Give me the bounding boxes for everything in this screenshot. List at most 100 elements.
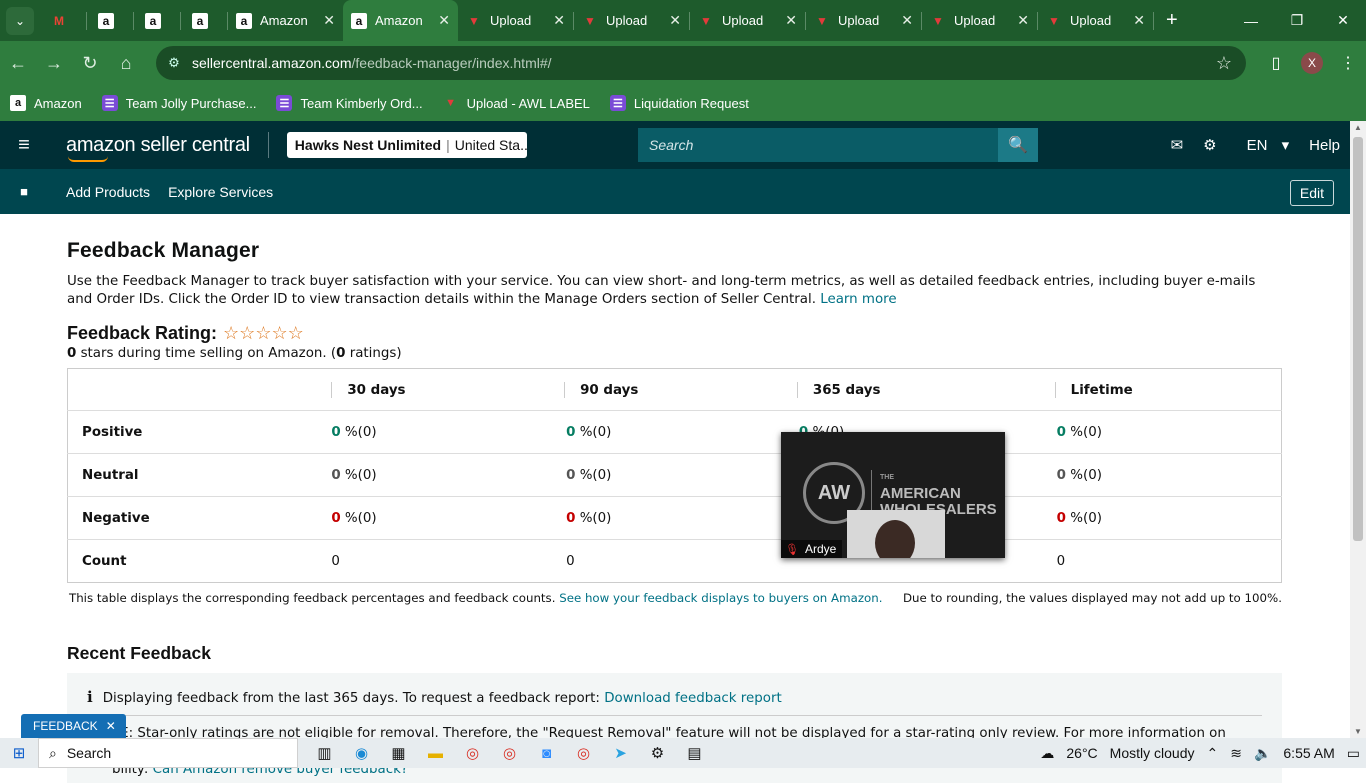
ratings-text: ratings) [345, 346, 402, 361]
bookmark-icon[interactable]: ■ [0, 184, 48, 199]
info-line: i Displaying feedback from the last 365 d… [87, 688, 1262, 706]
scroll-up-icon[interactable]: ▲ [1350, 123, 1366, 132]
video-call-tile[interactable]: AW THEAMERICANWHOLESALERS 🎙Ardye [781, 432, 1005, 558]
header-divider [267, 132, 269, 158]
learn-more-link[interactable]: Learn more [820, 292, 896, 307]
close-tab-icon[interactable]: ✕ [1133, 12, 1145, 29]
close-icon[interactable]: ✕ [106, 719, 116, 733]
tab-search-dropdown-icon[interactable]: ⌄ [6, 6, 34, 35]
profile-avatar[interactable]: X [1301, 52, 1323, 74]
upload-icon: ▼ [816, 13, 828, 28]
browser-tab[interactable]: a [181, 0, 227, 41]
close-tab-icon[interactable]: ✕ [1017, 12, 1029, 29]
bookmark-item[interactable]: ▼ Upload - AWL LABEL [443, 95, 590, 111]
browser-tab[interactable]: M [40, 0, 86, 41]
taskbar-search[interactable]: ⌕ Search [38, 738, 298, 768]
column-divider [564, 381, 566, 398]
seller-central-logo[interactable]: amazon seller central [66, 134, 250, 162]
wifi-icon[interactable]: ≋ [1230, 745, 1242, 762]
browser-tab[interactable]: ▼ Upload ✕ [458, 0, 573, 41]
browser-tab[interactable]: a Amazon ✕ [343, 0, 458, 41]
table-cell: 0 [550, 539, 783, 583]
gear-icon[interactable]: ⚙ [1203, 136, 1216, 154]
bookmark-star-icon[interactable]: ☆ [1216, 53, 1232, 74]
row-label: Positive [67, 410, 318, 454]
browser-tab[interactable]: ▼ Upload ✕ [574, 0, 689, 41]
edge-icon[interactable]: ◉ [343, 744, 380, 762]
browser-tab[interactable]: ▼ Upload ✕ [690, 0, 805, 41]
zoom-icon[interactable]: ◙ [528, 745, 565, 762]
forward-arrow-icon[interactable]: → [36, 53, 72, 74]
reload-icon[interactable]: ↻ [72, 53, 108, 74]
weather-cloud-icon[interactable]: ☁ [1040, 745, 1054, 762]
close-tab-icon[interactable]: ✕ [438, 12, 450, 29]
address-bar[interactable]: ⚙ sellercentral.amazon.com/feedback-mana… [156, 46, 1246, 80]
browser-tab[interactable]: a Amazon ✕ [228, 0, 343, 41]
windows-start-icon[interactable]: ⊞ [0, 744, 38, 762]
bookmark-item[interactable]: ☰ Team Kimberly Ord... [276, 95, 423, 111]
volume-icon[interactable]: 🔈 [1254, 745, 1271, 762]
browser-tab[interactable]: a [87, 0, 133, 41]
back-arrow-icon[interactable]: ← [0, 53, 36, 74]
seller-search-input[interactable]: Search [638, 128, 998, 162]
more-menu-icon[interactable]: ⋮ [1330, 53, 1366, 73]
close-window-icon[interactable]: ✕ [1320, 0, 1366, 41]
language-selector[interactable]: EN ▾ [1237, 136, 1290, 154]
feedback-display-link[interactable]: See how your feedback displays to buyers… [559, 591, 882, 605]
new-tab-plus-icon[interactable]: + [1166, 9, 1178, 32]
explore-services-link[interactable]: Explore Services [168, 184, 273, 200]
task-view-icon[interactable]: ▥ [306, 744, 343, 762]
site-info-icon[interactable]: ⚙ [156, 55, 192, 71]
close-tab-icon[interactable]: ✕ [901, 12, 913, 29]
header-right: ✉ ⚙ EN ▾ Help [1161, 121, 1350, 169]
help-link[interactable]: Help [1309, 137, 1340, 154]
cell-count: %(0) [575, 510, 612, 526]
cell-count: %(0) [340, 467, 377, 483]
browser-tab[interactable]: a [134, 0, 180, 41]
chrome-icon[interactable]: ◎ [491, 744, 528, 762]
bookmark-item[interactable]: a Amazon [10, 95, 82, 111]
feedback-button[interactable]: FEEDBACK ✕ [21, 714, 126, 738]
table-cell: 0 %(0) [1040, 453, 1282, 497]
edit-nav-button[interactable]: Edit [1289, 180, 1334, 206]
store-icon[interactable]: ▦ [380, 744, 417, 762]
brand-line-2: AMERICAN [880, 485, 961, 502]
search-icon[interactable]: 🔍 [998, 128, 1038, 162]
logo-smile [68, 156, 108, 162]
table-cell: 0 [1040, 539, 1282, 583]
minimize-icon[interactable]: — [1228, 0, 1274, 41]
close-tab-icon[interactable]: ✕ [785, 12, 797, 29]
chrome-icon[interactable]: ◎ [565, 744, 602, 762]
chrome-icon[interactable]: ◎ [454, 744, 491, 762]
participant-label: 🎙 Ardye [781, 540, 843, 558]
mail-icon[interactable]: ✉ [1171, 136, 1184, 154]
telegram-icon[interactable]: ➤ [602, 744, 639, 762]
bookmark-item[interactable]: ☰ Liquidation Request [609, 95, 749, 111]
settings-icon[interactable]: ⚙ [639, 744, 676, 762]
restore-icon[interactable]: ❐ [1274, 0, 1320, 41]
add-products-link[interactable]: Add Products [66, 184, 150, 200]
close-tab-icon[interactable]: ✕ [553, 12, 565, 29]
notification-icon[interactable]: ▭ [1347, 745, 1360, 762]
scroll-down-icon[interactable]: ▼ [1350, 727, 1366, 736]
bookmark-item[interactable]: ☰ Team Jolly Purchase... [101, 95, 256, 111]
table-cell: 0 %(0) [317, 496, 551, 540]
store-selector[interactable]: Hawks Nest Unlimited | United Sta... [286, 132, 527, 158]
file-explorer-icon[interactable]: ▬ [417, 745, 454, 762]
side-panel-icon[interactable]: ▯ [1258, 53, 1294, 73]
page-scrollbar[interactable]: ▲ ▼ [1350, 121, 1366, 738]
clock[interactable]: 6:55 AM [1283, 745, 1334, 761]
chevron-up-icon[interactable]: ⌃ [1206, 745, 1218, 762]
star-icon: ☆ [287, 323, 304, 343]
hamburger-menu-icon[interactable]: ≡ [0, 134, 48, 157]
home-icon[interactable]: ⌂ [108, 53, 144, 74]
scroll-thumb[interactable] [1353, 137, 1363, 541]
browser-tab[interactable]: ▼ Upload ✕ [922, 0, 1037, 41]
close-tab-icon[interactable]: ✕ [323, 12, 335, 29]
browser-tab[interactable]: ▼ Upload ✕ [1038, 0, 1153, 41]
cell-count: 0 [1056, 553, 1066, 569]
download-report-link[interactable]: Download feedback report [604, 691, 782, 706]
calculator-icon[interactable]: ▤ [676, 744, 713, 762]
close-tab-icon[interactable]: ✕ [669, 12, 681, 29]
browser-tab[interactable]: ▼ Upload ✕ [806, 0, 921, 41]
